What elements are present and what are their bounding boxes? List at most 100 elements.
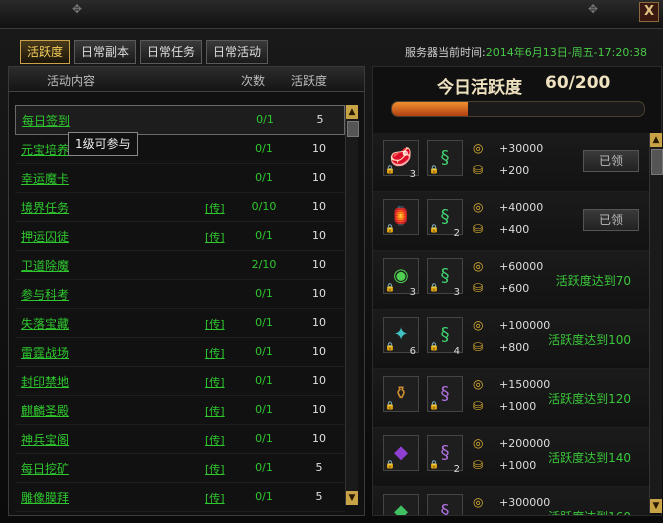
table-row[interactable]: 押运囚徒 [传] 0/1 10: [15, 222, 345, 251]
scroll-up-icon[interactable]: ▲: [346, 105, 358, 119]
scroll-down-icon[interactable]: ▼: [346, 491, 358, 505]
lantern-icon[interactable]: 🏮 🔒: [383, 199, 419, 235]
activity-count: 0/1: [255, 374, 273, 387]
table-row[interactable]: 失落宝藏 [传] 0/1 10: [15, 309, 345, 338]
purple-crystal-icon[interactable]: ◆ 🔒: [383, 435, 419, 471]
activity-name[interactable]: 每日签到: [22, 112, 70, 129]
teleport-link[interactable]: [传]: [205, 461, 225, 477]
claimed-button[interactable]: 已领: [583, 209, 639, 231]
table-row[interactable]: 雷霆战场 [传] 0/1 10: [15, 338, 345, 367]
teleport-link[interactable]: [传]: [205, 316, 225, 332]
teleport-link[interactable]: [传]: [205, 403, 225, 419]
scroll-up-icon[interactable]: ▲: [650, 133, 662, 147]
reward-scrollbar[interactable]: ▲ ▼: [649, 133, 663, 513]
item-count: 4: [453, 346, 460, 357]
activity-name[interactable]: 元宝培养: [21, 141, 69, 158]
table-row[interactable]: 元宝培养 0/1 10: [15, 135, 345, 164]
activity-count: 0/1: [255, 142, 273, 155]
header-count: 次数: [241, 74, 266, 88]
server-time-label: 服务器当前时间:: [405, 46, 486, 59]
scroll-icon[interactable]: §🔒: [427, 376, 463, 412]
item-count: 2: [453, 464, 460, 475]
scroll-icon[interactable]: §🔒: [427, 140, 463, 176]
green-orb-icon[interactable]: ◉ 🔒 3: [383, 258, 419, 298]
gold-coin-icon: ◎: [473, 495, 484, 509]
gold-amount: +200000: [499, 437, 551, 450]
reward-row: ◆🔒§🔒◎+300000⛁活跃度达到160: [373, 487, 651, 515]
header-points: 活跃度: [291, 74, 328, 88]
teleport-link[interactable]: [传]: [205, 345, 225, 361]
activity-name[interactable]: 失落宝藏: [21, 315, 69, 332]
activity-name[interactable]: 麒麟圣殿: [21, 402, 69, 419]
table-row[interactable]: 境界任务 [传] 0/10 10: [15, 193, 345, 222]
table-row[interactable]: 每日挖矿 [传] 0/1 5: [15, 454, 345, 483]
reward-row: 🏮 🔒 § 🔒 2 ◎ +40000 ⛁ +400 已领: [373, 192, 651, 251]
scroll-thumb[interactable]: [651, 149, 663, 175]
table-row[interactable]: 参与科考 0/1 10: [15, 280, 345, 309]
scroll-icon[interactable]: § 🔒 2: [427, 199, 463, 239]
table-row[interactable]: 神兵宝阁 [传] 0/1 10: [15, 425, 345, 454]
activity-name[interactable]: 押运囚徒: [21, 228, 69, 245]
header-content: 活动内容: [47, 74, 96, 88]
scroll-icon[interactable]: §🔒: [427, 494, 463, 515]
activity-score: 60/200: [545, 73, 611, 93]
item-count: 3: [453, 287, 460, 298]
activity-name[interactable]: 境界任务: [21, 199, 69, 216]
activity-name[interactable]: 雕像膜拜: [21, 489, 69, 506]
activity-points: 10: [312, 432, 326, 445]
ingot-amount: +200: [499, 164, 530, 177]
table-row[interactable]: 雕像膜拜 [传] 0/1 5: [15, 483, 345, 512]
teleport-link[interactable]: [传]: [205, 374, 225, 390]
close-button[interactable]: X: [639, 2, 659, 22]
teleport-link[interactable]: [传]: [205, 200, 225, 216]
gold-coin-icon: ◎: [473, 436, 484, 450]
activity-name[interactable]: 雷霆战场: [21, 344, 69, 361]
activity-name[interactable]: 卫道除魔: [21, 257, 69, 274]
list-scrollbar[interactable]: ▲ ▼: [345, 105, 359, 505]
scroll-thumb[interactable]: [347, 121, 359, 137]
activity-name[interactable]: 封印禁地: [21, 373, 69, 390]
reward-requirement: 活跃度达到140: [548, 451, 631, 465]
teleport-link[interactable]: [传]: [205, 432, 225, 448]
ingot-amount: +600: [499, 282, 530, 295]
tab-activity[interactable]: 活跃度: [20, 40, 71, 64]
table-row[interactable]: 麒麟圣殿 [传] 0/1 10: [15, 396, 345, 425]
tab-daily-quest[interactable]: 日常任务: [140, 40, 203, 64]
meat-icon[interactable]: 🥩 🔒 3: [383, 140, 419, 180]
gem-bowl-icon[interactable]: ✦ 🔒 6: [383, 317, 419, 357]
scroll-down-icon[interactable]: ▼: [650, 499, 662, 513]
activity-name[interactable]: 每日挖矿: [21, 460, 69, 477]
lock-icon: 🔒: [385, 224, 395, 233]
teleport-link[interactable]: [传]: [205, 229, 225, 245]
activity-points: 10: [312, 345, 326, 358]
reward-requirement: 活跃度达到160: [548, 508, 631, 515]
green-crystal-icon[interactable]: ◆🔒: [383, 494, 419, 515]
ingot-amount: +1000: [499, 459, 537, 472]
scroll-icon[interactable]: § 🔒 2: [427, 435, 463, 475]
scroll-icon[interactable]: § 🔒 3: [427, 258, 463, 298]
ingot-icon: ⛁: [473, 281, 484, 295]
tab-daily-event[interactable]: 日常活动: [206, 40, 269, 64]
activity-name[interactable]: 神兵宝阁: [21, 431, 69, 448]
teleport-link[interactable]: [传]: [205, 490, 225, 506]
jar-icon[interactable]: ⚱ 🔒: [383, 376, 419, 412]
activity-name[interactable]: 参与科考: [21, 286, 69, 303]
reward-requirement: 活跃度达到70: [555, 274, 631, 288]
claimed-button[interactable]: 已领: [583, 150, 639, 172]
item-count: 3: [409, 169, 416, 180]
reward-requirement: 活跃度达到120: [548, 392, 631, 406]
activity-points: 5: [315, 490, 323, 503]
table-row[interactable]: 每日签到 0/1 5: [15, 105, 345, 135]
tab-daily-dungeon[interactable]: 日常副本: [74, 40, 137, 64]
ingot-amount: +1000: [499, 400, 537, 413]
table-row[interactable]: 封印禁地 [传] 0/1 10: [15, 367, 345, 396]
table-row[interactable]: 卫道除魔 2/10 10: [15, 251, 345, 280]
activity-progress-fill: [392, 102, 468, 116]
reward-row: ◆ 🔒 § 🔒 2 ◎ +200000 ⛁ +1000 活跃度达到140: [373, 428, 651, 487]
table-row[interactable]: 幸运魔卡 0/1 10: [15, 164, 345, 193]
activity-points: 5: [315, 461, 323, 474]
scroll-icon[interactable]: § 🔒 4: [427, 317, 463, 357]
reward-row: ⚱ 🔒 § 🔒 ◎ +150000 ⛁ +1000 活跃度达到120: [373, 369, 651, 428]
gold-amount: +100000: [499, 319, 551, 332]
activity-name[interactable]: 幸运魔卡: [21, 170, 69, 187]
